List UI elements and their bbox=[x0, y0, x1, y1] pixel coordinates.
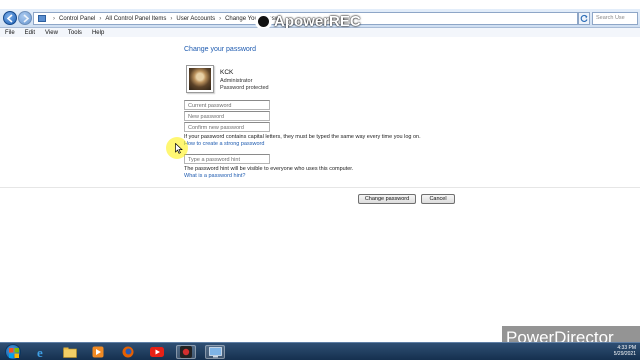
taskbar-firefox[interactable] bbox=[118, 345, 138, 359]
internet-explorer-icon: e bbox=[37, 346, 43, 358]
control-panel-icon bbox=[208, 346, 222, 357]
strong-password-link[interactable]: How to create a strong password bbox=[184, 141, 264, 147]
breadcrumb-separator: › bbox=[219, 15, 222, 22]
new-password-field[interactable] bbox=[184, 111, 270, 121]
menu-help[interactable]: Help bbox=[87, 30, 109, 36]
forward-button[interactable] bbox=[18, 11, 32, 25]
taskbar-internet-explorer[interactable]: e bbox=[32, 345, 52, 359]
breadcrumb-separator: › bbox=[99, 15, 102, 22]
back-button[interactable] bbox=[3, 11, 17, 25]
start-button[interactable] bbox=[5, 344, 21, 360]
breadcrumb-control-panel[interactable]: Control Panel bbox=[59, 16, 95, 22]
file-explorer-icon bbox=[63, 347, 77, 358]
page-title: Change your password bbox=[184, 46, 256, 53]
menu-file[interactable]: File bbox=[0, 30, 20, 36]
password-hint-field[interactable] bbox=[184, 154, 270, 164]
main-content: Change your password KCK Administrator P… bbox=[0, 37, 640, 342]
breadcrumb-separator: › bbox=[170, 15, 173, 22]
svg-text:e: e bbox=[37, 346, 43, 358]
windows-logo-icon bbox=[9, 348, 19, 358]
avatar bbox=[186, 65, 214, 93]
clock-date: 5/29/2021 bbox=[613, 351, 636, 357]
mouse-cursor-icon bbox=[175, 143, 183, 154]
back-arrow-icon bbox=[6, 14, 13, 23]
youtube-icon bbox=[150, 347, 164, 357]
taskbar-media-player[interactable] bbox=[88, 345, 108, 359]
breadcrumb-all-items[interactable]: All Control Panel Items bbox=[105, 16, 166, 22]
change-password-button[interactable]: Change password bbox=[358, 194, 416, 204]
search-input[interactable]: Search Use bbox=[592, 12, 638, 25]
hint-note: The password hint will be visible to eve… bbox=[184, 166, 354, 172]
current-password-field[interactable] bbox=[184, 100, 270, 110]
user-role: Administrator bbox=[220, 78, 253, 84]
cancel-button[interactable]: Cancel bbox=[421, 194, 455, 204]
control-panel-icon bbox=[38, 15, 46, 22]
divider bbox=[0, 187, 640, 188]
menu-view[interactable]: View bbox=[40, 30, 63, 36]
recorder-icon bbox=[180, 346, 192, 358]
watermark-text: ApowerREC bbox=[274, 12, 361, 30]
user-photo-icon bbox=[189, 68, 211, 90]
caps-note: If your password contains capital letter… bbox=[184, 134, 421, 140]
taskbar-file-explorer[interactable] bbox=[60, 345, 80, 359]
breadcrumb-user-accounts[interactable]: User Accounts bbox=[176, 16, 215, 22]
breadcrumb-separator: › bbox=[53, 15, 55, 22]
taskbar-youtube[interactable] bbox=[147, 345, 167, 359]
taskbar-control-panel[interactable] bbox=[205, 345, 225, 359]
taskbar-recorder[interactable] bbox=[176, 345, 196, 359]
menu-edit[interactable]: Edit bbox=[20, 30, 40, 36]
menu-bar: File Edit View Tools Help bbox=[0, 28, 640, 37]
user-name: KCK bbox=[220, 69, 234, 76]
refresh-button[interactable] bbox=[578, 12, 590, 25]
password-hint-link[interactable]: What is a password hint? bbox=[184, 173, 245, 179]
media-player-icon bbox=[92, 346, 104, 358]
user-status: Password protected bbox=[220, 85, 269, 91]
refresh-icon bbox=[580, 14, 588, 22]
system-clock[interactable]: 4:33 PM 5/29/2021 bbox=[600, 345, 636, 359]
record-icon bbox=[255, 12, 272, 30]
confirm-password-field[interactable] bbox=[184, 122, 270, 132]
firefox-icon bbox=[122, 346, 134, 358]
menu-tools[interactable]: Tools bbox=[63, 30, 87, 36]
forward-arrow-icon bbox=[23, 14, 30, 23]
taskbar: e 4:33 PM 5/29/2021 bbox=[0, 342, 640, 360]
